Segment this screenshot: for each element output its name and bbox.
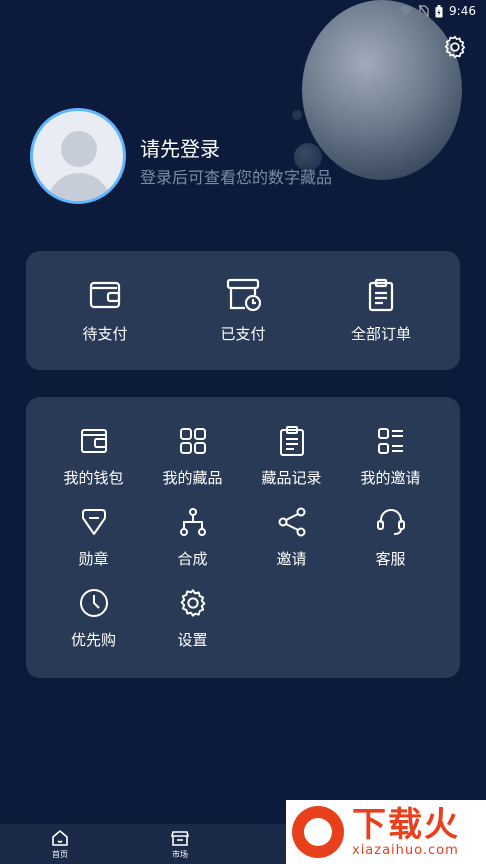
login-title[interactable]: 请先登录: [140, 133, 220, 162]
avatar[interactable]: [30, 108, 126, 204]
menu-my-invites-label: 我的邀请: [360, 469, 421, 487]
menu-my-wallet-label: 我的钱包: [63, 469, 124, 487]
flame-logo-icon: [292, 806, 344, 858]
clipboard-list-icon: [279, 426, 304, 456]
avatar-body: [47, 173, 111, 201]
menu-collection-records[interactable]: 藏品记录: [242, 425, 341, 488]
gear-icon: [180, 589, 205, 617]
avatar-head: [61, 131, 97, 167]
wallet-icon: [89, 281, 121, 309]
tab-market[interactable]: 市场: [120, 828, 240, 860]
tab-market-label: 市场: [172, 850, 188, 859]
gear-icon[interactable]: [442, 34, 468, 60]
tab-home[interactable]: 首页: [0, 828, 120, 860]
home-icon: [52, 830, 68, 846]
status-time: 9:46: [449, 4, 476, 18]
tab-home-label: 首页: [52, 850, 68, 859]
menu-my-collection[interactable]: 我的藏品: [143, 425, 242, 488]
menu-my-wallet[interactable]: 我的钱包: [44, 425, 143, 488]
wallet-icon: [80, 429, 107, 453]
menu-my-invites[interactable]: 我的邀请: [341, 425, 440, 488]
order-paid[interactable]: 已支付: [183, 277, 303, 344]
menu-invite-label: 邀请: [276, 550, 307, 568]
watermark-title: 下载火: [352, 804, 460, 845]
merge-icon: [179, 508, 206, 536]
menu-settings-label: 设置: [177, 631, 208, 649]
menu-priority-purchase[interactable]: 优先购: [44, 587, 143, 650]
badge-icon: [81, 509, 106, 535]
menu-medals[interactable]: 勋章: [44, 506, 143, 569]
clipboard-icon: [368, 278, 394, 312]
menu-priority-purchase-label: 优先购: [70, 631, 116, 649]
clock-icon: [79, 589, 108, 617]
order-all[interactable]: 全部订单: [321, 277, 441, 344]
order-paid-label: 已支付: [220, 325, 266, 343]
menu-my-collection-label: 我的藏品: [162, 469, 223, 487]
planet-decoration: [302, 0, 462, 180]
headset-icon: [376, 509, 405, 535]
order-all-label: 全部订单: [350, 325, 411, 343]
watermark-url: xiazaihuo.com: [352, 842, 459, 858]
order-pending[interactable]: 待支付: [45, 277, 165, 344]
grid-icon: [179, 428, 206, 454]
order-pending-label: 待支付: [82, 325, 128, 343]
paid-box-clock-icon: [226, 278, 261, 312]
menu-synthesis[interactable]: 合成: [143, 506, 242, 569]
menu-collection-records-label: 藏品记录: [261, 469, 322, 487]
menu-settings[interactable]: 设置: [143, 587, 242, 650]
menu-card: 我的钱包 我的藏品 藏品记录 我的邀请 勋章 合成 邀请 客服 优先购 设置: [26, 397, 460, 678]
list-icon: [377, 428, 403, 454]
battery-icon: [435, 4, 443, 17]
login-subtitle: 登录后可查看您的数字藏品: [140, 168, 333, 187]
share-icon: [278, 507, 305, 537]
menu-customer-service[interactable]: 客服: [341, 506, 440, 569]
menu-invite[interactable]: 邀请: [242, 506, 341, 569]
menu-synthesis-label: 合成: [177, 550, 208, 568]
orders-card: 待支付 已支付 全部订单: [26, 251, 460, 370]
watermark-logo: 下载火 xiazaihuo.com: [286, 800, 486, 864]
planet-dot-decoration: [292, 110, 302, 120]
store-icon: [170, 831, 190, 846]
menu-customer-service-label: 客服: [375, 550, 406, 568]
menu-medals-label: 勋章: [78, 550, 109, 568]
